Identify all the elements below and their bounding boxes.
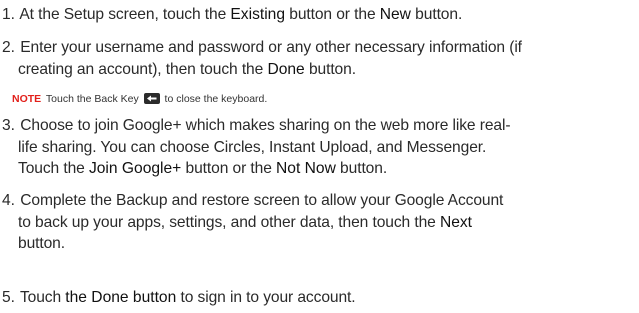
join-google-plus-button-label: Join Google+ — [88, 160, 182, 177]
step-3: 3. Choose to join Google+ which makes sh… — [2, 117, 511, 177]
instruction-document: 1. At the Setup screen, touch the Existi… — [0, 0, 639, 313]
step-1: 1. At the Setup screen, touch the Existi… — [2, 4, 636, 26]
existing-button-label: Existing — [230, 6, 286, 23]
step-5: 5. Touch the Done button to sign in to y… — [2, 287, 636, 309]
step-2: 2. Enter your username and password or a… — [2, 39, 522, 78]
back-key-icon — [143, 93, 160, 104]
step-number: 5. — [2, 289, 15, 306]
done-button-label: the Done button — [65, 289, 177, 306]
note: NOTE Touch the Back Key to close the key… — [12, 93, 268, 105]
not-now-button-label: Not Now — [276, 160, 336, 177]
done-button-label: Done — [267, 60, 305, 78]
step-4: 4. Complete the Backup and restore scree… — [2, 192, 504, 252]
back-key-label: Back Key — [94, 93, 139, 105]
new-button-label: New — [379, 6, 411, 23]
step-number: 1. — [2, 6, 15, 23]
step-number: 3. — [2, 117, 15, 134]
step-number: 2. — [2, 39, 15, 56]
note-label: NOTE — [12, 93, 42, 105]
next-button-label: Next — [439, 213, 473, 231]
step-number: 4. — [2, 192, 15, 209]
